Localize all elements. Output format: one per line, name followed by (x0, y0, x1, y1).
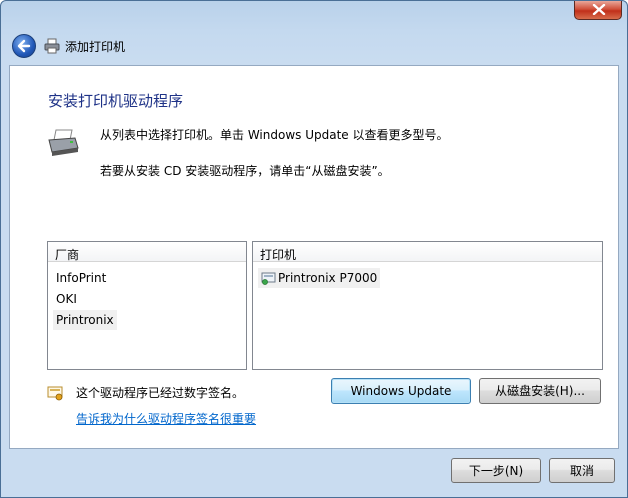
printer-icon (48, 129, 79, 156)
signed-driver-icon (47, 386, 63, 401)
content-panel: 安装打印机驱动程序 从列表中选择打印机。单击 Windows Update 以查… (9, 65, 619, 449)
next-button[interactable]: 下一步(N) (451, 458, 541, 483)
printer-list-header[interactable]: 打印机 (253, 242, 602, 262)
printer-model-label: Printronix P7000 (278, 271, 378, 285)
intro-text: 从列表中选择打印机。单击 Windows Update 以查看更多型号。 (100, 128, 449, 142)
certified-driver-icon (261, 272, 276, 285)
printer-list[interactable]: 打印机 Printronix P7000 (252, 241, 603, 370)
driver-signing-help-link[interactable]: 告诉我为什么驱动程序签名很重要 (76, 410, 256, 427)
have-disk-button[interactable]: 从磁盘安装(H)... (479, 378, 601, 404)
cancel-button[interactable]: 取消 (549, 458, 615, 483)
list-item[interactable]: OKI (53, 289, 80, 309)
list-item-selected[interactable]: Printronix P7000 (258, 268, 381, 288)
signature-status-text: 这个驱动程序已经过数字签名。 (76, 386, 245, 400)
list-item[interactable]: InfoPrint (53, 268, 109, 288)
close-button[interactable] (574, 1, 622, 20)
arrow-left-icon (17, 39, 31, 53)
back-button[interactable] (12, 34, 36, 58)
list-item-selected[interactable]: Printronix (53, 310, 117, 330)
close-icon (592, 4, 606, 15)
printer-icon (44, 38, 60, 54)
windows-update-button[interactable]: Windows Update (331, 378, 471, 404)
window-title: 添加打印机 (65, 40, 126, 54)
manufacturer-list[interactable]: 厂商 InfoPrint OKI Printronix (47, 241, 247, 370)
add-printer-window: 添加打印机 安装打印机驱动程序 从列表中选择打印机。单击 Windows Upd… (0, 0, 628, 498)
install-cd-hint: 若要从安装 CD 安装驱动程序，请单击“从磁盘安装”。 (100, 164, 390, 178)
manufacturer-list-header[interactable]: 厂商 (48, 242, 246, 262)
page-title: 安装打印机驱动程序 (48, 92, 184, 110)
